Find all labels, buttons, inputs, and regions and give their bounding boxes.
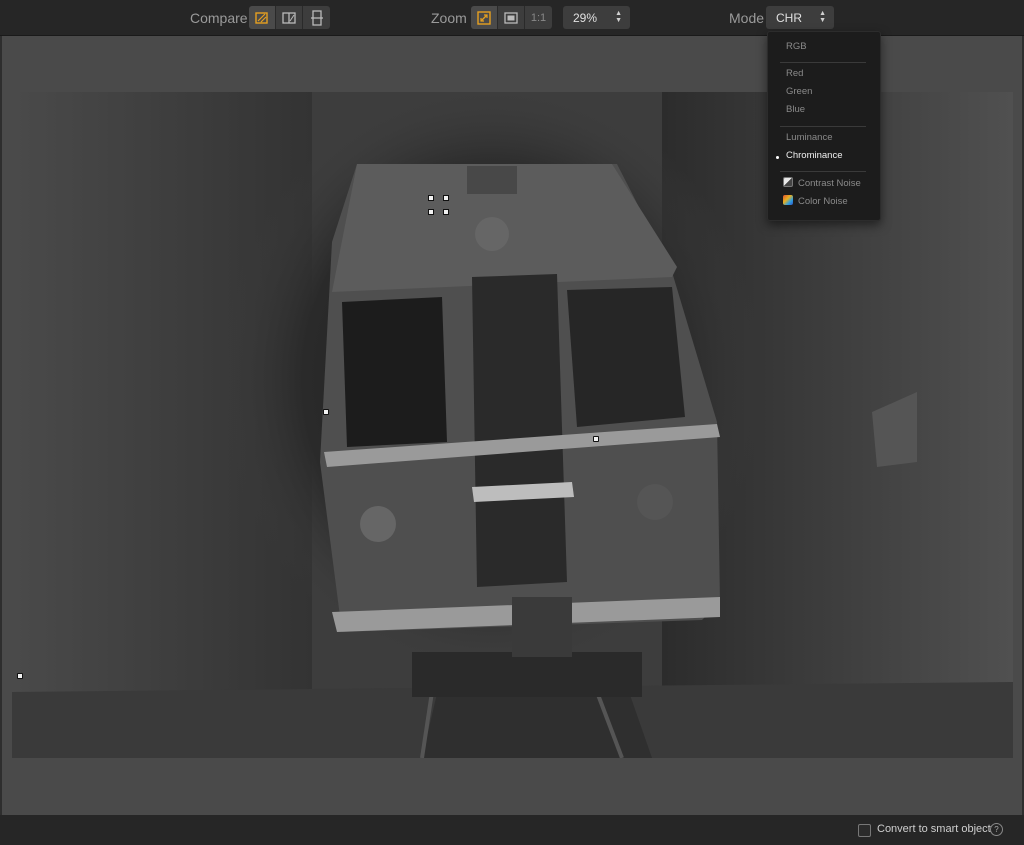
menu-item-luminance[interactable]: Luminance [786, 132, 832, 143]
zoom-button-group: 1:1 [471, 6, 552, 29]
compare-split-horizontal-button[interactable] [303, 6, 330, 29]
fill-screen-icon [504, 11, 518, 24]
menu-divider [780, 171, 866, 172]
menu-item-rgb[interactable]: RGB [786, 41, 807, 52]
menu-divider [780, 126, 866, 127]
compare-overlay-button[interactable] [249, 6, 276, 29]
zoom-percent-select[interactable]: 29% ▲ ▼ [563, 6, 630, 29]
patch-marker[interactable] [323, 409, 329, 415]
zoom-one-to-one-button[interactable]: 1:1 [525, 6, 552, 29]
split-vertical-icon [282, 11, 296, 24]
split-horizontal-icon [310, 9, 323, 26]
zoom-percent-value: 29% [573, 11, 598, 25]
compare-split-vertical-button[interactable] [276, 6, 303, 29]
patch-marker[interactable] [17, 673, 23, 679]
mode-label: Mode [729, 10, 765, 26]
selection-marker[interactable] [443, 209, 449, 215]
compare-label: Compare [190, 10, 248, 26]
menu-item-color-noise[interactable]: Color Noise [798, 196, 848, 207]
selection-marker[interactable] [443, 195, 449, 201]
color-noise-icon [783, 195, 793, 205]
menu-divider [780, 62, 866, 63]
mode-dropdown-menu: RGB Red Green Blue Luminance Chrominance… [767, 31, 881, 221]
mode-stepper-arrows-icon: ▲ ▼ [819, 10, 826, 24]
convert-smart-object-checkbox[interactable] [858, 824, 871, 837]
help-icon[interactable]: ? [990, 823, 1003, 836]
contrast-noise-icon [783, 177, 793, 187]
menu-item-contrast-noise[interactable]: Contrast Noise [798, 178, 861, 189]
stepper-arrows-icon: ▲ ▼ [615, 10, 622, 24]
menu-item-chrominance[interactable]: Chrominance [786, 150, 843, 161]
zoom-fit-button[interactable] [471, 6, 498, 29]
fit-to-screen-icon [477, 10, 491, 25]
compare-button-group [249, 6, 330, 29]
menu-item-blue[interactable]: Blue [786, 104, 805, 115]
compare-overlay-icon [255, 11, 268, 24]
selected-bullet-icon [776, 156, 779, 159]
menu-item-red[interactable]: Red [786, 68, 803, 79]
convert-smart-object-label: Convert to smart object [877, 823, 991, 835]
mode-select[interactable]: CHR ▲ ▼ [766, 6, 834, 29]
selection-marker[interactable] [428, 209, 434, 215]
menu-item-green[interactable]: Green [786, 86, 812, 97]
patch-marker[interactable] [593, 436, 599, 442]
selection-marker[interactable] [428, 195, 434, 201]
zoom-label: Zoom [431, 10, 467, 26]
zoom-fill-button[interactable] [498, 6, 525, 29]
mode-value: CHR [776, 11, 802, 25]
